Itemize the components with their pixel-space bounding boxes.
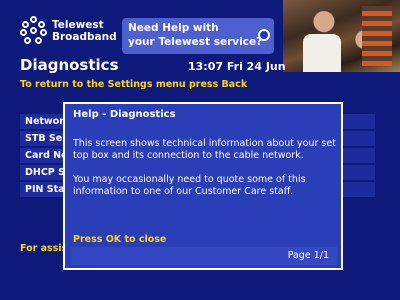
menu-item-label: PIN Sta: [25, 184, 65, 195]
brand-line-2: Broadband: [52, 31, 117, 43]
help-banner-line-1: Need Help with: [128, 22, 219, 34]
help-button-icon[interactable]: [258, 29, 270, 41]
menu-item-label: Card No: [25, 150, 68, 161]
tv-preview-detail: [362, 6, 392, 66]
clock: 13:07 Fri 24 Jun: [188, 60, 286, 73]
menu-item-label: STB Se: [25, 133, 63, 144]
instruction-text: To return to the Settings menu press Bac…: [20, 79, 248, 90]
tv-preview-thumbnail: [283, 0, 400, 72]
menu-item-label: Networ: [25, 116, 64, 127]
help-banner[interactable]: Need Help with your Telewest service?: [122, 18, 274, 54]
page-indicator: Page 1/1: [71, 247, 337, 265]
help-dialog: Help - Diagnostics This screen shows tec…: [63, 102, 343, 270]
brand-line-1: Telewest: [52, 19, 104, 31]
dialog-title: Help - Diagnostics: [73, 109, 176, 120]
close-hint[interactable]: Press OK to close: [73, 234, 166, 245]
help-banner-line-2: your Telewest service?: [128, 36, 263, 48]
dialog-body: This screen shows technical information …: [73, 138, 338, 210]
menu-item-label: DHCP S: [25, 167, 65, 178]
dialog-paragraph-2: You may occasionally need to quote some …: [73, 174, 306, 197]
page-title: Diagnostics: [20, 56, 119, 74]
telewest-logo-icon: [20, 16, 48, 46]
dialog-paragraph-1: This screen shows technical information …: [73, 138, 336, 161]
brand-name: Telewest Broadband: [52, 19, 117, 43]
telewest-logo: Telewest Broadband: [20, 16, 117, 46]
assistance-hint: For assis: [20, 243, 68, 254]
